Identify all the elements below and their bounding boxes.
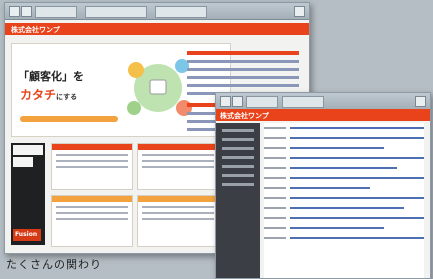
content-panel-2 — [137, 143, 219, 190]
list-item[interactable] — [264, 193, 424, 203]
list-item[interactable] — [264, 163, 424, 173]
footer-logo[interactable]: Fusion — [13, 229, 41, 241]
hero-headline: 「顧客化」を — [18, 70, 84, 83]
back-button-icon[interactable] — [9, 6, 20, 17]
site-header-band: 株式会社ワンプ — [5, 23, 309, 35]
site-logo[interactable]: 株式会社ワンプ — [11, 25, 60, 35]
news-list — [264, 123, 424, 278]
address-bar[interactable] — [246, 96, 278, 108]
list-item[interactable] — [264, 143, 424, 153]
search-field[interactable] — [85, 6, 147, 18]
hero-cta-bar[interactable] — [20, 116, 118, 122]
forward-button-icon[interactable] — [21, 6, 32, 17]
content-panel-4 — [137, 195, 219, 247]
forward-button-icon[interactable] — [232, 96, 243, 107]
list-item[interactable] — [264, 223, 424, 233]
content-panel-1 — [51, 143, 133, 190]
front-site-header: 株式会社ワンプ — [216, 109, 430, 121]
left-dark-sidebar: Fusion — [11, 143, 45, 245]
list-item[interactable] — [264, 183, 424, 193]
front-window-toolbar — [216, 93, 430, 110]
back-button-icon[interactable] — [220, 96, 231, 107]
address-bar[interactable] — [35, 6, 77, 18]
list-item[interactable] — [264, 173, 424, 183]
menu-icon[interactable] — [415, 96, 426, 107]
list-item[interactable] — [264, 123, 424, 133]
menu-icon[interactable] — [294, 6, 305, 17]
front-browser-window: 株式会社ワンプ — [215, 92, 431, 279]
list-item[interactable] — [264, 133, 424, 143]
list-item[interactable] — [264, 153, 424, 163]
content-panel-3 — [51, 195, 133, 247]
front-sidebar — [216, 123, 260, 278]
hero-subhead: カタチにする — [20, 88, 78, 102]
list-item[interactable] — [264, 203, 424, 213]
site-logo[interactable]: 株式会社ワンプ — [220, 111, 269, 121]
back-window-toolbar — [5, 3, 309, 20]
search-field[interactable] — [282, 96, 324, 108]
list-item[interactable] — [264, 233, 424, 243]
list-item[interactable] — [264, 213, 424, 223]
caption-text: たくさんの関わり — [6, 258, 102, 271]
bookmarks-field[interactable] — [155, 6, 207, 18]
